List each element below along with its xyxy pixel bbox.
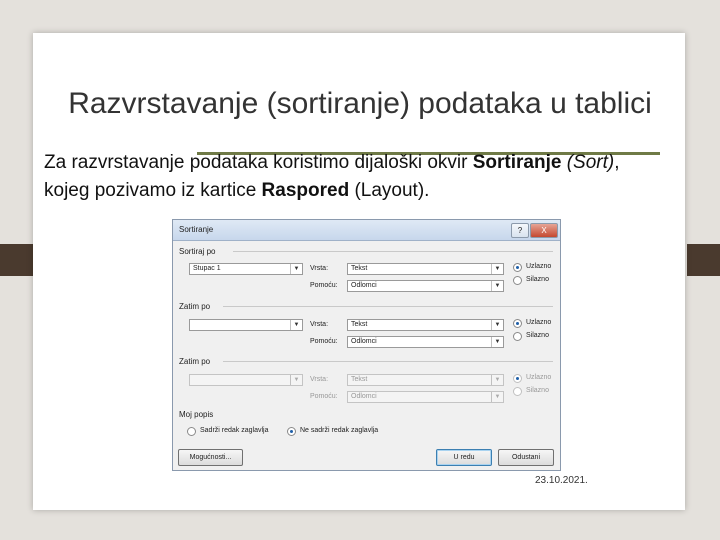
- type-value-3: Tekst: [351, 376, 368, 383]
- body-bold-raspored: Raspored: [261, 180, 350, 201]
- cancel-button[interactable]: Odustani: [498, 449, 554, 466]
- ascending-label-3: Uzlazno: [526, 374, 552, 381]
- descending-radio-2[interactable]: [513, 332, 522, 341]
- close-button[interactable]: X: [530, 223, 558, 238]
- type-label-1: Vrsta:: [310, 265, 329, 272]
- ascending-label-2: Uzlazno: [526, 319, 552, 326]
- slide-title: Razvrstavanje (sortiranje) podataka u ta…: [68, 87, 652, 120]
- type-select-3[interactable]: Tekst ▼: [347, 374, 504, 386]
- then-by-column-select-2[interactable]: ▼: [189, 374, 303, 386]
- chevron-down-icon: ▼: [491, 281, 503, 291]
- using-label-3: Pomoću:: [310, 393, 338, 400]
- sort-by-label: Sortiraj po: [179, 247, 216, 256]
- chevron-down-icon: ▼: [491, 264, 503, 274]
- chevron-down-icon: ▼: [290, 375, 302, 385]
- my-list-label: Moj popis: [179, 410, 214, 419]
- type-label-3: Vrsta:: [310, 376, 329, 383]
- using-value-1: Odlomci: [351, 282, 377, 289]
- ascending-radio-1[interactable]: [513, 263, 522, 272]
- descending-label-3: Silazno: [526, 387, 549, 394]
- header-row-radio[interactable]: [187, 427, 196, 436]
- options-button[interactable]: Mogućnosti...: [178, 449, 243, 466]
- using-value-3: Odlomci: [351, 393, 377, 400]
- chevron-down-icon: ▼: [491, 375, 503, 385]
- slide-body: Za razvrstavanje podataka koristimo dija…: [44, 149, 644, 205]
- ascending-radio-3[interactable]: [513, 374, 522, 383]
- type-value-2: Tekst: [351, 321, 368, 328]
- descending-radio-3[interactable]: [513, 387, 522, 396]
- ascending-label-1: Uzlazno: [526, 263, 552, 270]
- no-header-row-label: Ne sadrži redak zaglavlja: [300, 427, 379, 434]
- ok-button[interactable]: U redu: [436, 449, 492, 466]
- body-bold-sortiranje: Sortiranje: [472, 152, 562, 173]
- chevron-down-icon: ▼: [491, 320, 503, 330]
- help-button[interactable]: ?: [511, 223, 529, 238]
- chevron-down-icon: ▼: [491, 337, 503, 347]
- using-value-2: Odlomci: [351, 338, 377, 345]
- right-tab-decoration: [687, 244, 720, 276]
- dialog-title: Sortiranje: [179, 225, 214, 234]
- using-select-3[interactable]: Odlomci ▼: [347, 391, 504, 403]
- descending-label-2: Silazno: [526, 332, 549, 339]
- no-header-row-radio[interactable]: [287, 427, 296, 436]
- using-label-1: Pomoću:: [310, 282, 338, 289]
- chevron-down-icon: ▼: [491, 392, 503, 402]
- chevron-down-icon: ▼: [290, 264, 302, 274]
- sort-by-column-value: Stupac 1: [193, 265, 221, 272]
- type-select-1[interactable]: Tekst ▼: [347, 263, 504, 275]
- sort-by-column-select[interactable]: Stupac 1 ▼: [189, 263, 303, 275]
- type-select-2[interactable]: Tekst ▼: [347, 319, 504, 331]
- using-label-2: Pomoću:: [310, 338, 338, 345]
- dialog-titlebar: Sortiranje ? X: [173, 220, 560, 241]
- header-row-label: Sadrži redak zaglavlja: [200, 427, 269, 434]
- left-tab-decoration: [0, 244, 33, 276]
- descending-label-1: Silazno: [526, 276, 549, 283]
- type-label-2: Vrsta:: [310, 321, 329, 328]
- type-value-1: Tekst: [351, 265, 368, 272]
- sort-dialog: Sortiranje ? X Sortiraj po Stupac 1 ▼ Vr…: [172, 219, 561, 471]
- chevron-down-icon: ▼: [290, 320, 302, 330]
- then-by-label-2: Zatim po: [179, 357, 211, 366]
- slide-date: 23.10.2021.: [535, 475, 588, 486]
- then-by-label-1: Zatim po: [179, 302, 211, 311]
- descending-radio-1[interactable]: [513, 276, 522, 285]
- ascending-radio-2[interactable]: [513, 319, 522, 328]
- using-select-2[interactable]: Odlomci ▼: [347, 336, 504, 348]
- body-text-3: (Layout).: [349, 180, 430, 201]
- then-by-column-select-1[interactable]: ▼: [189, 319, 303, 331]
- body-italic-sort: (Sort): [561, 152, 615, 173]
- body-text-1: Za razvrstavanje podataka koristimo dija…: [44, 152, 473, 173]
- separator: [223, 361, 553, 362]
- separator: [233, 251, 553, 252]
- using-select-1[interactable]: Odlomci ▼: [347, 280, 504, 292]
- separator: [223, 306, 553, 307]
